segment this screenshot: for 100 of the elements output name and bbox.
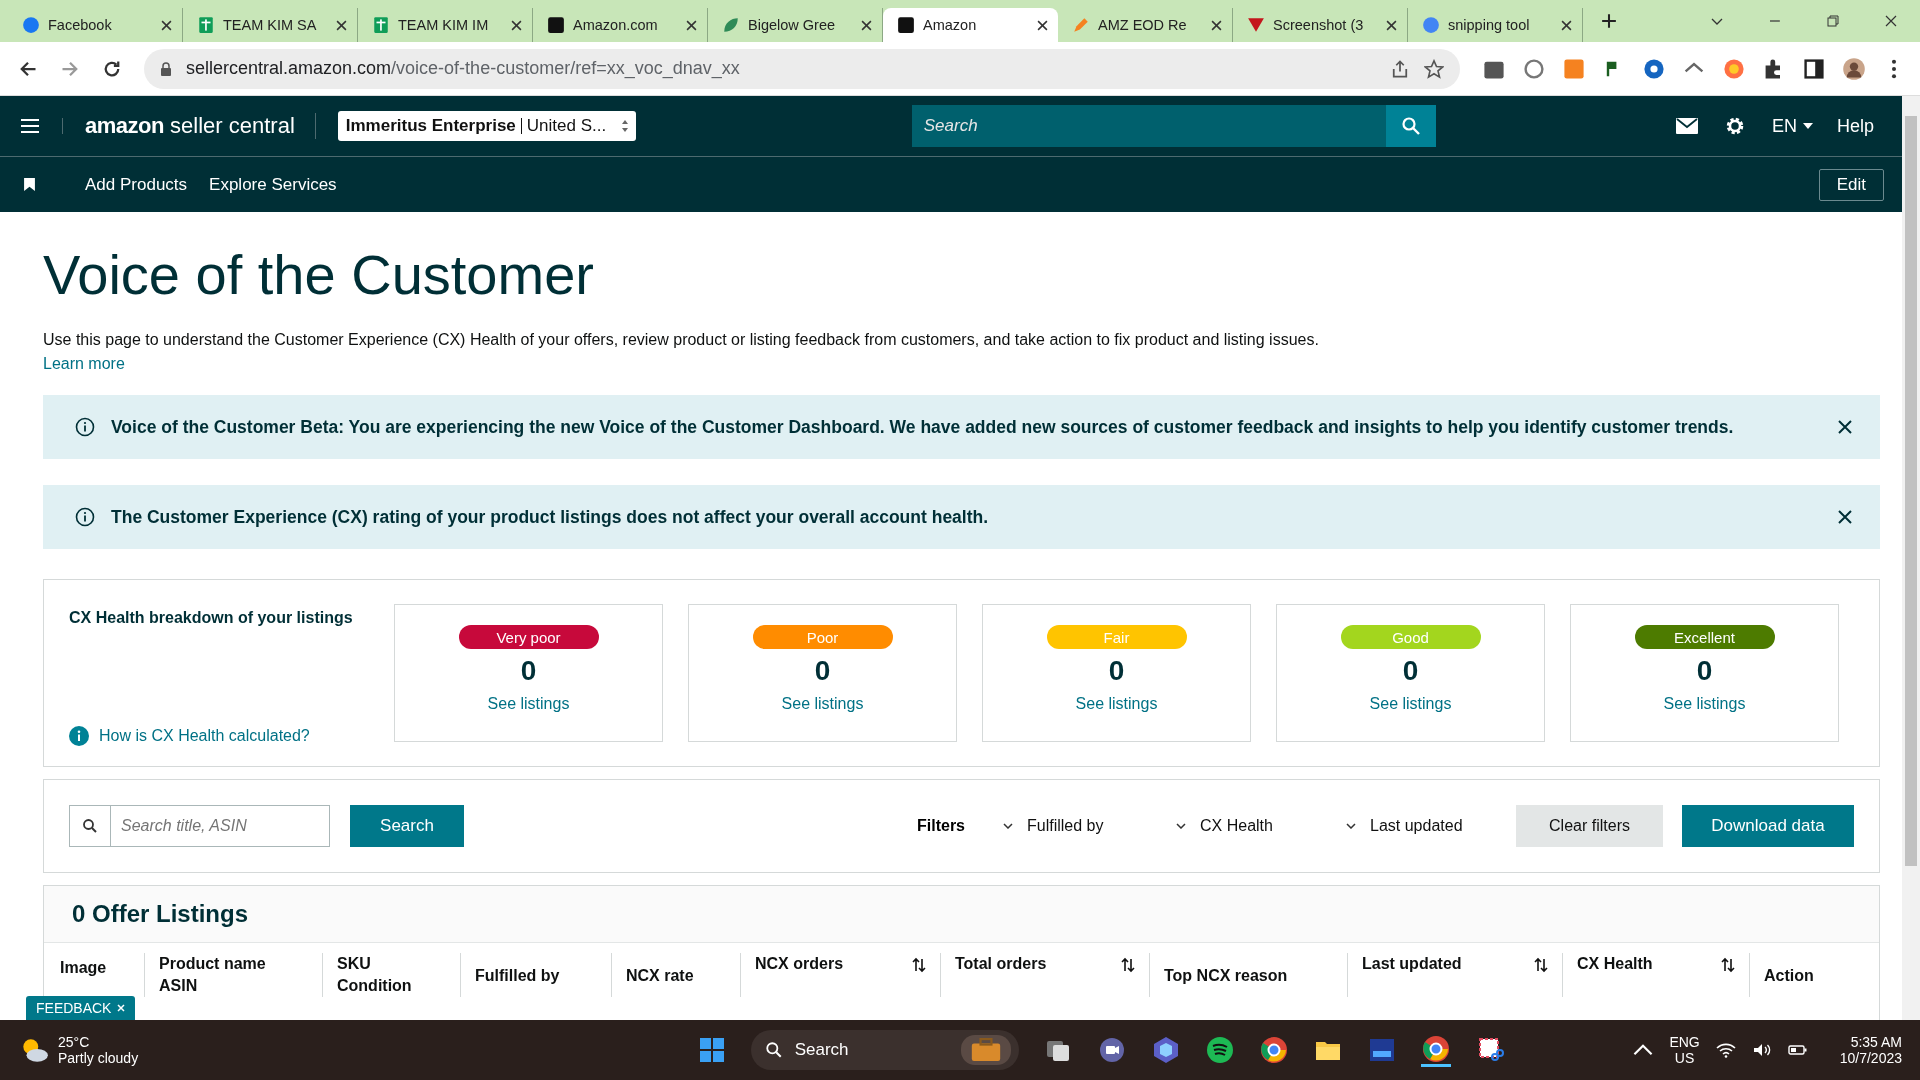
sort-icon[interactable] (912, 957, 926, 973)
close-icon[interactable] (1386, 19, 1397, 31)
star-icon[interactable] (1424, 58, 1444, 79)
learn-more-link[interactable]: Learn more (43, 355, 125, 373)
share-icon[interactable] (1390, 58, 1410, 79)
tab-title: TEAM KIM SA (223, 17, 318, 33)
see-listings-link[interactable]: See listings (1663, 695, 1746, 713)
restore-icon[interactable] (1826, 14, 1840, 28)
language-indicator[interactable]: ENG (1669, 1034, 1700, 1050)
chevron-up-icon[interactable] (1633, 1042, 1654, 1058)
page-description: Use this page to understand the Customer Experience (CX) Health of your offers, review product or listing feedback from customers, and take action to fix product and listing issues. (43, 331, 1320, 349)
search-icon (1400, 116, 1421, 136)
sort-icon[interactable] (1721, 957, 1735, 973)
weather-text: Partly cloudy (58, 1050, 139, 1066)
close-icon[interactable] (1561, 19, 1572, 31)
logo[interactable]: amazon seller central (85, 113, 316, 139)
browser-tab[interactable]: Amazon (883, 8, 1058, 42)
avatar-icon[interactable] (1842, 56, 1866, 81)
listing-count: 0 (1696, 655, 1713, 687)
health-badge: Very poor (458, 625, 599, 649)
sort-icon[interactable] (1534, 957, 1548, 973)
column-header: NCX rate (626, 966, 694, 986)
lock-icon (160, 61, 172, 76)
search-button[interactable] (1385, 105, 1436, 147)
filters-label: Filters (917, 817, 965, 835)
info-icon (75, 417, 95, 437)
feedback-tab[interactable]: FEEDBACK (26, 996, 136, 1020)
language-menu[interactable]: EN (1771, 115, 1813, 137)
nav-link[interactable]: Explore Services (209, 174, 337, 195)
browser-icon[interactable] (1420, 1033, 1451, 1067)
tab-title: Amazon.com (573, 17, 659, 33)
taskbar-search[interactable]: Search (750, 1030, 1019, 1070)
close-icon[interactable] (1211, 19, 1222, 31)
extension-icon[interactable] (1642, 56, 1666, 81)
browser-icon[interactable] (1258, 1035, 1289, 1065)
clear-filters-button[interactable]: Clear filters (1516, 805, 1663, 847)
close-icon[interactable] (1884, 14, 1898, 28)
battery-icon[interactable] (1787, 1042, 1808, 1058)
close-icon[interactable] (336, 19, 347, 31)
close-icon[interactable] (161, 19, 172, 31)
listing-count: 0 (1108, 655, 1125, 687)
close-icon[interactable] (1037, 19, 1048, 31)
sort-icon[interactable] (1121, 957, 1135, 973)
marketplace-name: United S... (525, 116, 608, 136)
filter-dropdown[interactable]: Last updated (1346, 817, 1516, 835)
side-panel-icon[interactable] (1802, 56, 1826, 81)
see-listings-link[interactable]: See listings (781, 695, 864, 713)
url-text: sellercentral.amazon.com/voice-of-the-customer/ref=xx_voc_dnav_xx (186, 58, 740, 79)
help-link[interactable]: Help (1836, 115, 1874, 137)
up-down-arrows-icon (619, 118, 630, 134)
account-selector[interactable]: Immeritus Enterprise United S... (337, 111, 636, 141)
page-title: Voice of the Customer (43, 242, 595, 307)
column-header: Action (1764, 966, 1814, 986)
search-field[interactable]: Search title, ASIN (111, 805, 330, 847)
wifi-icon[interactable] (1715, 1042, 1736, 1058)
listing-count: 0 (814, 655, 831, 687)
close-icon[interactable] (511, 19, 522, 31)
menu-icon[interactable] (20, 118, 63, 134)
column-header: Image (60, 958, 107, 978)
close-icon[interactable] (1838, 510, 1852, 524)
tab-title: Bigelow Gree (748, 17, 837, 33)
search-field[interactable]: Search (911, 105, 1386, 147)
region-indicator[interactable]: US (1674, 1050, 1695, 1066)
health-badge: Fair (1046, 625, 1187, 649)
music-app-icon[interactable] (1204, 1035, 1235, 1065)
download-button[interactable]: Download data (1682, 805, 1854, 847)
clock-date[interactable]: 10/7/2023 (1839, 1050, 1902, 1066)
bookmark-icon[interactable] (24, 178, 35, 191)
tab-title: Amazon (923, 17, 978, 33)
see-listings-link[interactable]: See listings (1369, 695, 1452, 713)
filter-dropdown[interactable]: CX Health (1176, 817, 1346, 835)
tab-title: Facebook (48, 17, 113, 33)
clock-time[interactable]: 5:35 AM (1850, 1034, 1902, 1050)
filter-dropdown[interactable]: Fulfilled by (1003, 817, 1176, 835)
speaker-icon[interactable] (1751, 1042, 1772, 1058)
briefcase-icon[interactable] (960, 1035, 1011, 1065)
chevron-down-icon (1346, 823, 1356, 829)
tab-title: Screenshot (3 (1273, 17, 1365, 33)
temperature: 25°C (58, 1034, 91, 1050)
health-badge: Poor (752, 625, 893, 649)
listing-count: 0 (520, 655, 537, 687)
extension-icon[interactable] (1522, 56, 1546, 81)
help-link[interactable]: How is CX Health calculated? (99, 727, 310, 745)
see-listings-link[interactable]: See listings (487, 695, 570, 713)
edit-button[interactable]: Edit (1818, 168, 1884, 201)
mail-icon[interactable] (1675, 116, 1698, 136)
section-title: 0 Offer Listings (44, 886, 1879, 943)
scrollbar[interactable] (1902, 96, 1920, 1020)
plus-icon[interactable] (1601, 13, 1617, 29)
search-button[interactable]: Search (350, 805, 464, 847)
nav-link[interactable]: Add Products (85, 174, 188, 195)
see-listings-link[interactable]: See listings (1075, 695, 1158, 713)
search-icon (764, 1041, 783, 1059)
caret-icon (1802, 123, 1813, 129)
close-icon[interactable] (686, 19, 697, 31)
close-icon[interactable] (1838, 420, 1852, 434)
close-icon[interactable] (861, 19, 872, 31)
account-name: Immeritus Enterprise (345, 118, 522, 134)
address-bar[interactable]: sellercentral.amazon.com/voice-of-the-customer/ref=xx_voc_dnav_xx (144, 48, 1460, 89)
banner-message: Voice of the Customer Beta: You are experiencing the new Voice of the Customer Dashboard. We have added new sources of customer feedback and insights to help you identify customer trends. (111, 416, 1735, 438)
